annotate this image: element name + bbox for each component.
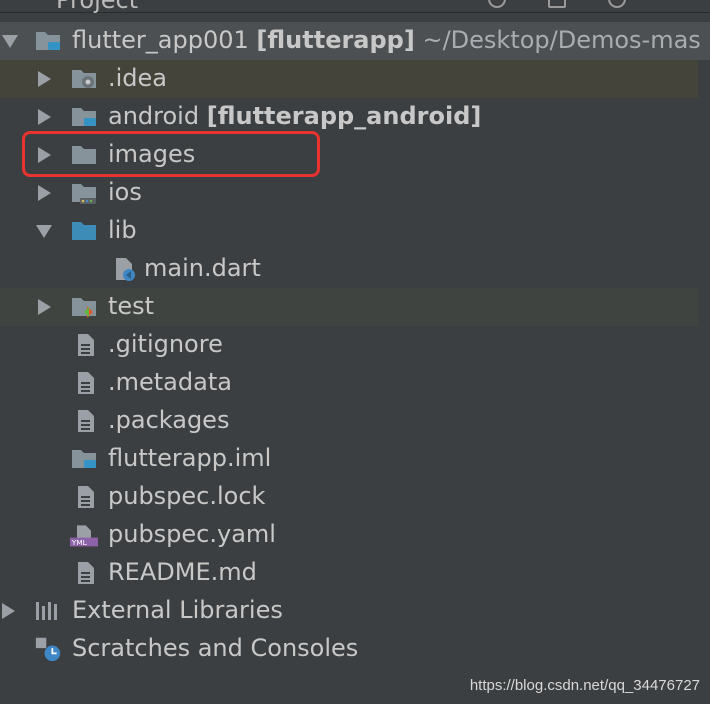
tree-row-test[interactable]: test bbox=[0, 288, 698, 326]
text-file-icon bbox=[78, 562, 94, 584]
tree-item-label: pubspec.yaml bbox=[108, 520, 276, 548]
text-file-icon bbox=[78, 372, 94, 394]
dart-file-icon bbox=[116, 258, 135, 281]
tree-row-external-libraries[interactable]: External Libraries bbox=[0, 592, 710, 630]
tree-item-label: .idea bbox=[108, 64, 168, 92]
highlight-box bbox=[22, 131, 320, 177]
tree-row-scratches[interactable]: Scratches and Consoles bbox=[0, 630, 710, 668]
tree-item-label: main.dart bbox=[144, 254, 261, 282]
chevron-right-icon[interactable] bbox=[2, 603, 15, 619]
scratches-icon bbox=[35, 637, 61, 662]
collapse-icon[interactable] bbox=[548, 0, 566, 8]
tree-item-label: .metadata bbox=[108, 368, 232, 396]
chevron-right-icon[interactable] bbox=[38, 71, 51, 87]
module-folder-icon bbox=[36, 32, 60, 50]
tree-row-ios[interactable]: ios bbox=[0, 174, 710, 212]
tree-row-root[interactable]: flutter_app001 [flutterapp] ~/Desktop/De… bbox=[0, 22, 710, 60]
text-file-icon bbox=[78, 410, 94, 432]
tree-row-lib[interactable]: lib bbox=[0, 212, 710, 250]
tree-row-pubspec-yaml[interactable]: YML pubspec.yaml bbox=[0, 516, 710, 554]
tree-item-label: README.md bbox=[108, 558, 257, 586]
yaml-file-icon: YML bbox=[70, 525, 98, 547]
gear-icon[interactable] bbox=[608, 0, 626, 8]
idea-folder-icon bbox=[72, 70, 96, 88]
tree-item-label: .gitignore bbox=[108, 330, 223, 358]
source-folder-icon bbox=[72, 222, 96, 240]
chevron-right-icon[interactable] bbox=[38, 109, 51, 125]
tree-row-readme[interactable]: README.md bbox=[0, 554, 710, 592]
chevron-down-icon[interactable] bbox=[2, 35, 18, 48]
panel-title[interactable]: Project bbox=[56, 0, 138, 14]
tree-row-iml[interactable]: flutterapp.iml bbox=[0, 440, 710, 478]
tree-row-idea[interactable]: .idea bbox=[0, 60, 698, 98]
tree-row-metadata[interactable]: .metadata bbox=[0, 364, 710, 402]
android-module-folder-icon bbox=[72, 108, 96, 126]
tree-item-label: pubspec.lock bbox=[108, 482, 266, 510]
chevron-right-icon[interactable] bbox=[38, 299, 51, 315]
module-file-icon bbox=[72, 450, 96, 468]
chevron-down-icon[interactable] bbox=[36, 225, 52, 238]
tree-row-main-dart[interactable]: main.dart bbox=[0, 250, 710, 288]
tree-row-gitignore[interactable]: .gitignore bbox=[0, 326, 710, 364]
watermark: https://blog.csdn.net/qq_34476727 bbox=[469, 677, 700, 694]
tree-row-packages[interactable]: .packages bbox=[0, 402, 710, 440]
libraries-icon bbox=[36, 602, 57, 620]
root-label: flutter_app001 [flutterapp] ~/Desktop/De… bbox=[72, 26, 701, 54]
tree-item-label: ios bbox=[108, 178, 142, 206]
test-folder-icon bbox=[72, 298, 96, 318]
text-file-icon bbox=[78, 486, 94, 508]
tree-item-label: flutterapp.iml bbox=[108, 444, 272, 472]
chevron-right-icon[interactable] bbox=[38, 185, 51, 201]
tree-row-pubspec-lock[interactable]: pubspec.lock bbox=[0, 478, 710, 516]
locate-icon[interactable] bbox=[488, 0, 506, 8]
tree-item-label: .packages bbox=[108, 406, 230, 434]
tree-item-label: test bbox=[108, 292, 155, 320]
tree-item-label: External Libraries bbox=[72, 596, 283, 624]
svg-text:YML: YML bbox=[71, 538, 88, 547]
project-panel-header: Project bbox=[0, 0, 710, 14]
text-file-icon bbox=[78, 334, 94, 356]
tree-item-label: Scratches and Consoles bbox=[72, 634, 359, 662]
tree-item-label: android [flutterapp_android] bbox=[108, 102, 482, 130]
ios-folder-icon bbox=[72, 184, 96, 204]
tree-item-label: lib bbox=[108, 216, 137, 244]
